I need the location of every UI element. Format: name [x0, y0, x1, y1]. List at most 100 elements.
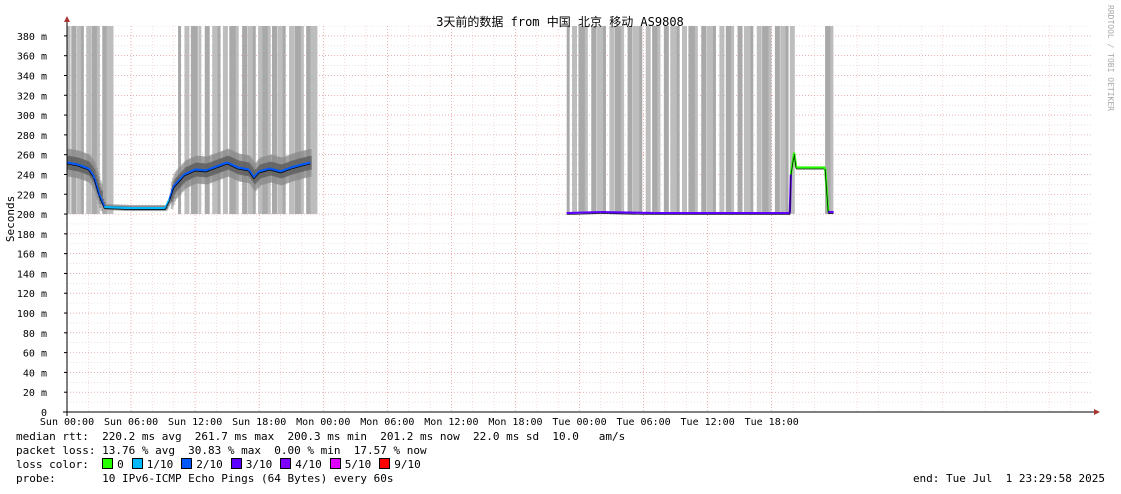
loss-color-item: 2/10	[181, 458, 223, 471]
x-tick-label: Tue 00:00	[552, 417, 606, 428]
loss-color-value: 1/10	[146, 458, 174, 471]
loss-spike	[657, 26, 661, 215]
rtt-chart: 020 m40 m60 m80 m100 m120 m140 m160 m180…	[4, 5, 1115, 428]
y-tick-label: 280 m	[17, 131, 47, 142]
loss-color-value: 4/10	[295, 458, 322, 471]
loss-spike	[688, 26, 696, 215]
y-tick-label: 200 m	[17, 210, 47, 221]
loss-spike	[774, 26, 780, 215]
loss-color-item: 5/10	[329, 458, 371, 471]
loss-spike	[106, 26, 114, 215]
x-tick-labels: Sun 00:00 Sun 06:00 Sun 12:00 Sun 18:00 Mon …	[40, 417, 799, 428]
loss-spike	[639, 26, 643, 215]
loss-spike	[71, 26, 77, 215]
loss-spike	[310, 26, 318, 215]
loss-spike	[229, 26, 237, 215]
loss-color-legend: loss color: 0 1/10 2/10 3/10 4/10 5/10 9/10	[16, 458, 1116, 472]
x-tick-label: Mon 00:00	[296, 417, 350, 428]
loss-color-item: 4/10	[280, 458, 322, 471]
loss-spike	[566, 26, 570, 215]
y-tick-label: 40 m	[23, 368, 47, 379]
loss-color-swatch	[280, 458, 292, 469]
loss-color-item: 1/10	[131, 458, 174, 471]
median-segment	[600, 210, 655, 215]
x-tick-label: Mon 12:00	[424, 417, 478, 428]
packet-loss-stats: packet loss: 13.76 % avg 30.83 % max 0.0…	[16, 444, 427, 457]
loss-spike	[242, 26, 248, 215]
loss-spike	[198, 26, 202, 215]
chart-title: 3天前的数据 from 中国 北京 移动 AS9808	[436, 14, 684, 29]
y-tick-label: 140 m	[17, 269, 47, 280]
loss-spike	[701, 26, 707, 215]
rrdtool-watermark: RRDTOOL / TOBI OETIKER	[1106, 5, 1115, 111]
loss-spike	[102, 26, 108, 215]
x-tick-label: Tue 18:00	[745, 417, 799, 428]
loss-spike	[706, 26, 714, 215]
loss-spike	[621, 26, 625, 215]
loss-spike	[190, 26, 198, 215]
median-segment	[104, 206, 132, 210]
loss-spike	[719, 26, 725, 215]
loss-spike	[306, 26, 312, 215]
loss-spike	[676, 26, 680, 215]
loss-spike	[768, 26, 772, 215]
loss-spike	[785, 26, 789, 215]
loss-color-value: 2/10	[196, 458, 223, 471]
y-tick-label: 120 m	[17, 289, 47, 300]
loss-spike	[235, 26, 239, 215]
x-tick-label: Tue 06:00	[616, 417, 670, 428]
y-tick-labels: 020 m40 m60 m80 m100 m120 m140 m160 m180…	[17, 32, 67, 419]
loss-spike	[743, 26, 751, 215]
loss-spike	[830, 26, 834, 215]
loss-spike	[222, 26, 228, 215]
loss-spike	[712, 26, 716, 215]
loss-color-value: 0	[117, 458, 124, 471]
y-tick-label: 260 m	[17, 151, 47, 162]
loss-color-swatch	[102, 458, 114, 469]
loss-spike	[86, 26, 92, 215]
loss-spike	[632, 26, 640, 215]
loss-spike	[762, 26, 770, 215]
loss-color-value: 3/10	[245, 458, 273, 471]
y-tick-label: 240 m	[17, 170, 47, 181]
loss-color-label: loss color:	[16, 458, 89, 471]
loss-spike	[584, 26, 588, 215]
loss-spike	[272, 26, 277, 215]
loss-spike	[67, 26, 71, 215]
loss-color-swatch	[329, 458, 341, 469]
x-axis-arrow	[1094, 409, 1100, 415]
loss-spike	[663, 26, 669, 215]
loss-spike	[602, 26, 606, 215]
loss-spike	[614, 26, 622, 215]
loss-spike	[737, 26, 743, 215]
loss-color-value: 9/10	[394, 458, 421, 471]
y-tick-label: 320 m	[17, 91, 47, 102]
y-axis-arrow	[64, 16, 70, 22]
median-segment	[566, 210, 601, 215]
loss-spike	[217, 26, 221, 215]
loss-spike	[682, 26, 687, 215]
y-tick-label: 360 m	[17, 52, 47, 63]
x-tick-label: Sun 12:00	[168, 417, 222, 428]
loss-color-swatch	[379, 458, 391, 469]
y-tick-label: 340 m	[17, 71, 47, 82]
loss-color-item: 3/10	[230, 458, 273, 471]
x-tick-label: Mon 06:00	[360, 417, 414, 428]
loss-color-swatch	[181, 458, 193, 469]
loss-spike	[572, 26, 578, 215]
y-tick-label: 380 m	[17, 32, 47, 43]
x-tick-label: Sun 00:00	[40, 417, 94, 428]
loss-color-items: 0 1/10 2/10 3/10 4/10 5/10 9/10	[102, 458, 429, 471]
loss-spike	[645, 26, 651, 215]
y-tick-label: 160 m	[17, 250, 47, 261]
median-rtt-stats: median rtt: 220.2 ms avg 261.7 ms max 20…	[16, 430, 626, 443]
loss-spike	[267, 26, 271, 215]
loss-spike	[750, 26, 754, 215]
y-tick-label: 220 m	[17, 190, 47, 201]
loss-spike	[282, 26, 286, 215]
loss-spike	[289, 26, 295, 215]
end-timestamp: end: Tue Jul 1 23:29:58 2025	[912, 472, 1105, 485]
loss-spike	[756, 26, 762, 215]
loss-spike	[609, 26, 615, 215]
loss-spike	[204, 26, 210, 215]
